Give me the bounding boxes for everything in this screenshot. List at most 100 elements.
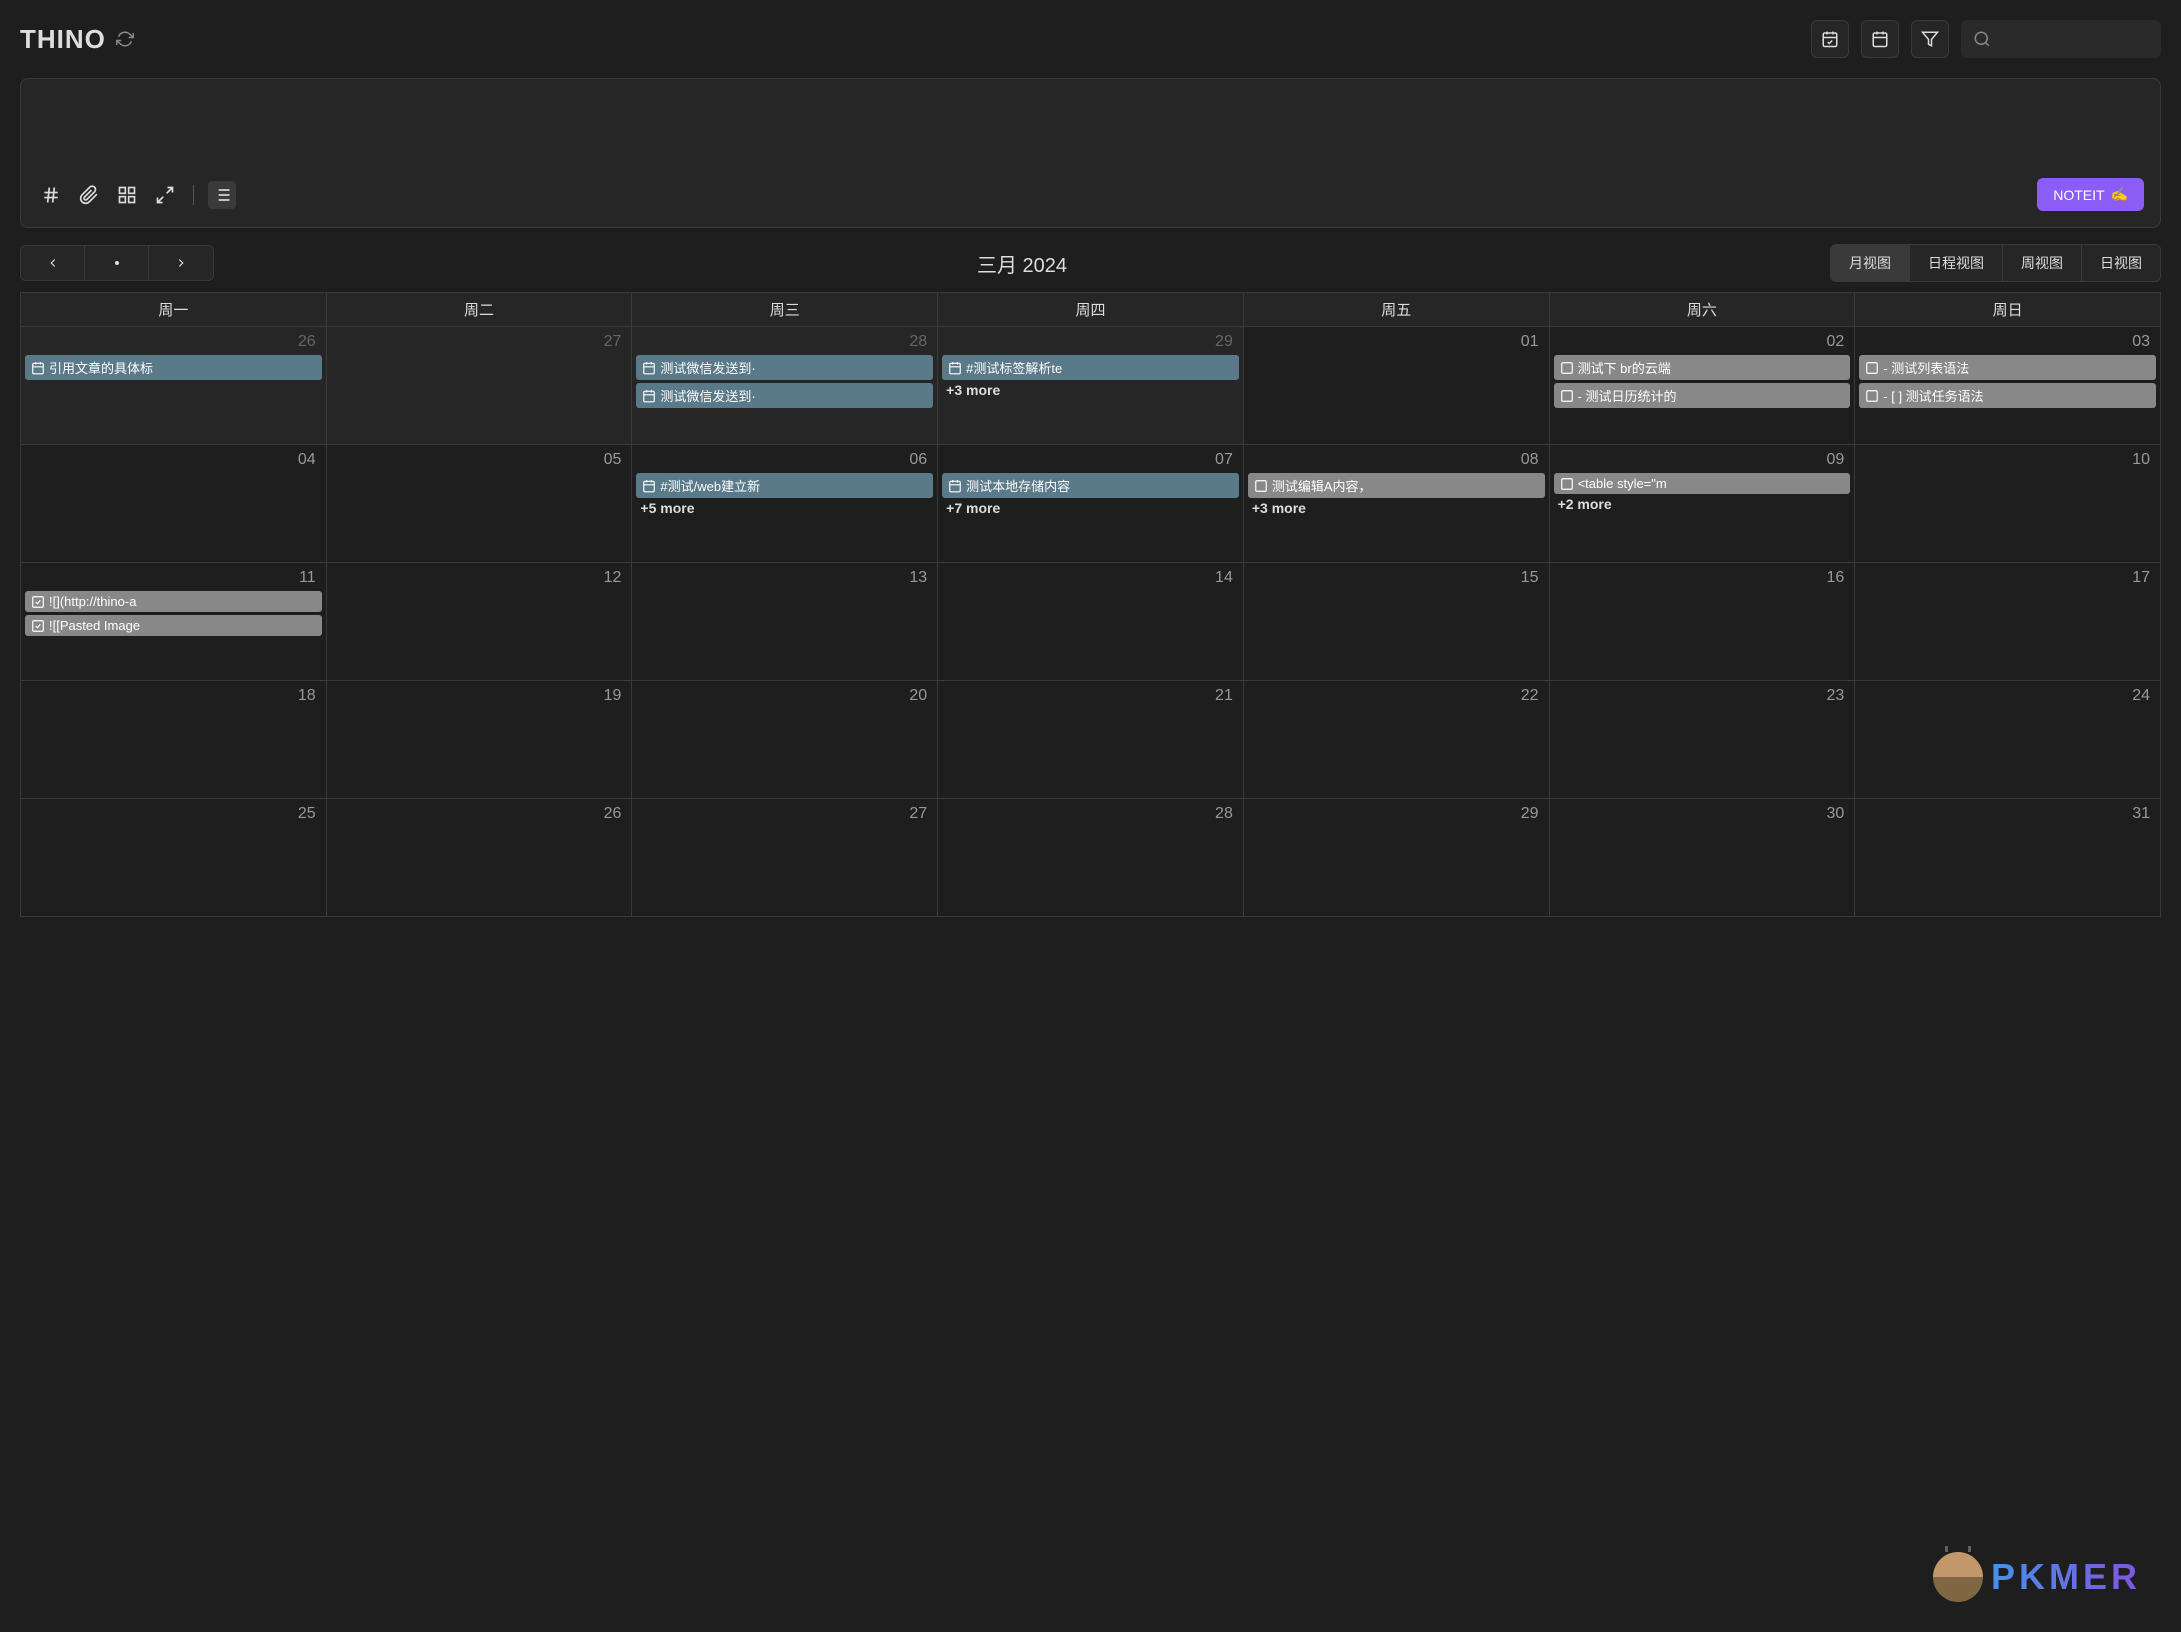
refresh-icon[interactable] <box>116 30 134 48</box>
layout-icon[interactable] <box>113 181 141 209</box>
day-cell[interactable]: 08测试编辑A内容，+3 more <box>1244 445 1550 563</box>
day-number: 01 <box>1248 331 1545 353</box>
event-item[interactable]: #测试/web建立新 <box>636 473 933 498</box>
events-container: 测试下 br的云端 - 测试日历统计的 <box>1554 355 1851 408</box>
next-button[interactable] <box>149 246 213 280</box>
day-cell[interactable]: 27 <box>327 327 633 445</box>
events-container: 测试微信发送到· 测试微信发送到· <box>636 355 933 408</box>
day-cell[interactable]: 04 <box>21 445 327 563</box>
view-button-3[interactable]: 日视图 <box>2082 245 2160 281</box>
day-number: 13 <box>636 567 933 589</box>
day-cell[interactable]: 21 <box>938 681 1244 799</box>
day-cell[interactable]: 16 <box>1550 563 1856 681</box>
day-cell[interactable]: 26引用文章的具体标 <box>21 327 327 445</box>
event-done-icon <box>31 619 45 633</box>
day-cell[interactable]: 20 <box>632 681 938 799</box>
noteit-button[interactable]: NOTEIT ✍️ <box>2037 178 2144 211</box>
paperclip-icon[interactable] <box>75 181 103 209</box>
more-link[interactable]: +2 more <box>1554 494 1851 514</box>
calendar-check-button[interactable] <box>1811 20 1849 58</box>
more-link[interactable]: +7 more <box>942 498 1239 518</box>
events-container: - 测试列表语法 - [ ] 测试任务语法 <box>1859 355 2156 408</box>
day-cell[interactable]: 28测试微信发送到·测试微信发送到· <box>632 327 938 445</box>
day-cell[interactable]: 25 <box>21 799 327 917</box>
day-cell[interactable]: 11![](http://thino-a![[Pasted Image <box>21 563 327 681</box>
event-item[interactable]: 测试微信发送到· <box>636 383 933 408</box>
event-item[interactable]: ![](http://thino-a <box>25 591 322 612</box>
event-item[interactable]: #测试标签解析te <box>942 355 1239 380</box>
today-button[interactable] <box>85 246 149 280</box>
day-cell[interactable]: 06#测试/web建立新+5 more <box>632 445 938 563</box>
day-number: 14 <box>942 567 1239 589</box>
event-text: ![](http://thino-a <box>49 594 136 609</box>
list-icon[interactable] <box>208 181 236 209</box>
day-number: 16 <box>1554 567 1851 589</box>
day-cell[interactable]: 03- 测试列表语法- [ ] 测试任务语法 <box>1855 327 2161 445</box>
day-cell[interactable]: 15 <box>1244 563 1550 681</box>
event-item[interactable]: - 测试日历统计的 <box>1554 383 1851 408</box>
event-item[interactable]: 测试下 br的云端 <box>1554 355 1851 380</box>
day-cell[interactable]: 29#测试标签解析te+3 more <box>938 327 1244 445</box>
day-cell[interactable]: 17 <box>1855 563 2161 681</box>
day-header: 周四 <box>938 293 1244 327</box>
event-journal-icon <box>948 479 962 493</box>
day-cell[interactable]: 27 <box>632 799 938 917</box>
day-cell[interactable]: 24 <box>1855 681 2161 799</box>
event-item[interactable]: - 测试列表语法 <box>1859 355 2156 380</box>
calendar-button[interactable] <box>1861 20 1899 58</box>
more-link[interactable]: +3 more <box>1248 498 1545 518</box>
more-link[interactable]: +5 more <box>636 498 933 518</box>
watermark: PKMER <box>1933 1552 2141 1602</box>
day-cell[interactable]: 19 <box>327 681 633 799</box>
event-item[interactable]: 测试本地存储内容 <box>942 473 1239 498</box>
day-cell[interactable]: 23 <box>1550 681 1856 799</box>
day-cell[interactable]: 22 <box>1244 681 1550 799</box>
editor-card[interactable]: NOTEIT ✍️ <box>20 78 2161 228</box>
more-link[interactable]: +3 more <box>942 380 1239 400</box>
day-cell[interactable]: 10 <box>1855 445 2161 563</box>
day-cell[interactable]: 29 <box>1244 799 1550 917</box>
day-cell[interactable]: 28 <box>938 799 1244 917</box>
day-cell[interactable]: 31 <box>1855 799 2161 917</box>
event-task-icon <box>1560 477 1574 491</box>
day-number: 02 <box>1554 331 1851 353</box>
view-button-2[interactable]: 周视图 <box>2003 245 2082 281</box>
hash-icon[interactable] <box>37 181 65 209</box>
events-container: 测试本地存储内容 <box>942 473 1239 498</box>
day-number: 25 <box>25 803 322 825</box>
event-item[interactable]: 测试微信发送到· <box>636 355 933 380</box>
event-item[interactable]: 引用文章的具体标 <box>25 355 322 380</box>
search-input[interactable] <box>1961 20 2161 58</box>
day-cell[interactable]: 18 <box>21 681 327 799</box>
prev-button[interactable] <box>21 246 85 280</box>
event-item[interactable]: ![[Pasted Image <box>25 615 322 636</box>
day-cell[interactable]: 09<table style="m+2 more <box>1550 445 1856 563</box>
day-cell[interactable]: 07测试本地存储内容+7 more <box>938 445 1244 563</box>
day-cell[interactable]: 02测试下 br的云端 - 测试日历统计的 <box>1550 327 1856 445</box>
day-cell[interactable]: 30 <box>1550 799 1856 917</box>
day-cell[interactable]: 26 <box>327 799 633 917</box>
event-item[interactable]: - [ ] 测试任务语法 <box>1859 383 2156 408</box>
day-cell[interactable]: 12 <box>327 563 633 681</box>
events-container: 引用文章的具体标 <box>25 355 322 380</box>
toolbar-left <box>37 181 236 209</box>
view-button-1[interactable]: 日程视图 <box>1910 245 2003 281</box>
day-cell[interactable]: 01 <box>1244 327 1550 445</box>
event-text: ![[Pasted Image <box>49 618 140 633</box>
filter-button[interactable] <box>1911 20 1949 58</box>
view-button-0[interactable]: 月视图 <box>1831 245 1910 281</box>
event-item[interactable]: 测试编辑A内容， <box>1248 473 1545 498</box>
day-number: 09 <box>1554 449 1851 471</box>
day-number: 20 <box>636 685 933 707</box>
search-icon <box>1973 30 1991 48</box>
day-cell[interactable]: 13 <box>632 563 938 681</box>
event-text: - 测试日历统计的 <box>1578 386 1677 405</box>
event-item[interactable]: <table style="m <box>1554 473 1851 494</box>
day-cell[interactable]: 14 <box>938 563 1244 681</box>
day-header: 周三 <box>632 293 938 327</box>
event-text: 测试微信发送到· <box>660 386 755 405</box>
expand-icon[interactable] <box>151 181 179 209</box>
day-number: 27 <box>331 331 628 353</box>
day-number: 23 <box>1554 685 1851 707</box>
day-cell[interactable]: 05 <box>327 445 633 563</box>
